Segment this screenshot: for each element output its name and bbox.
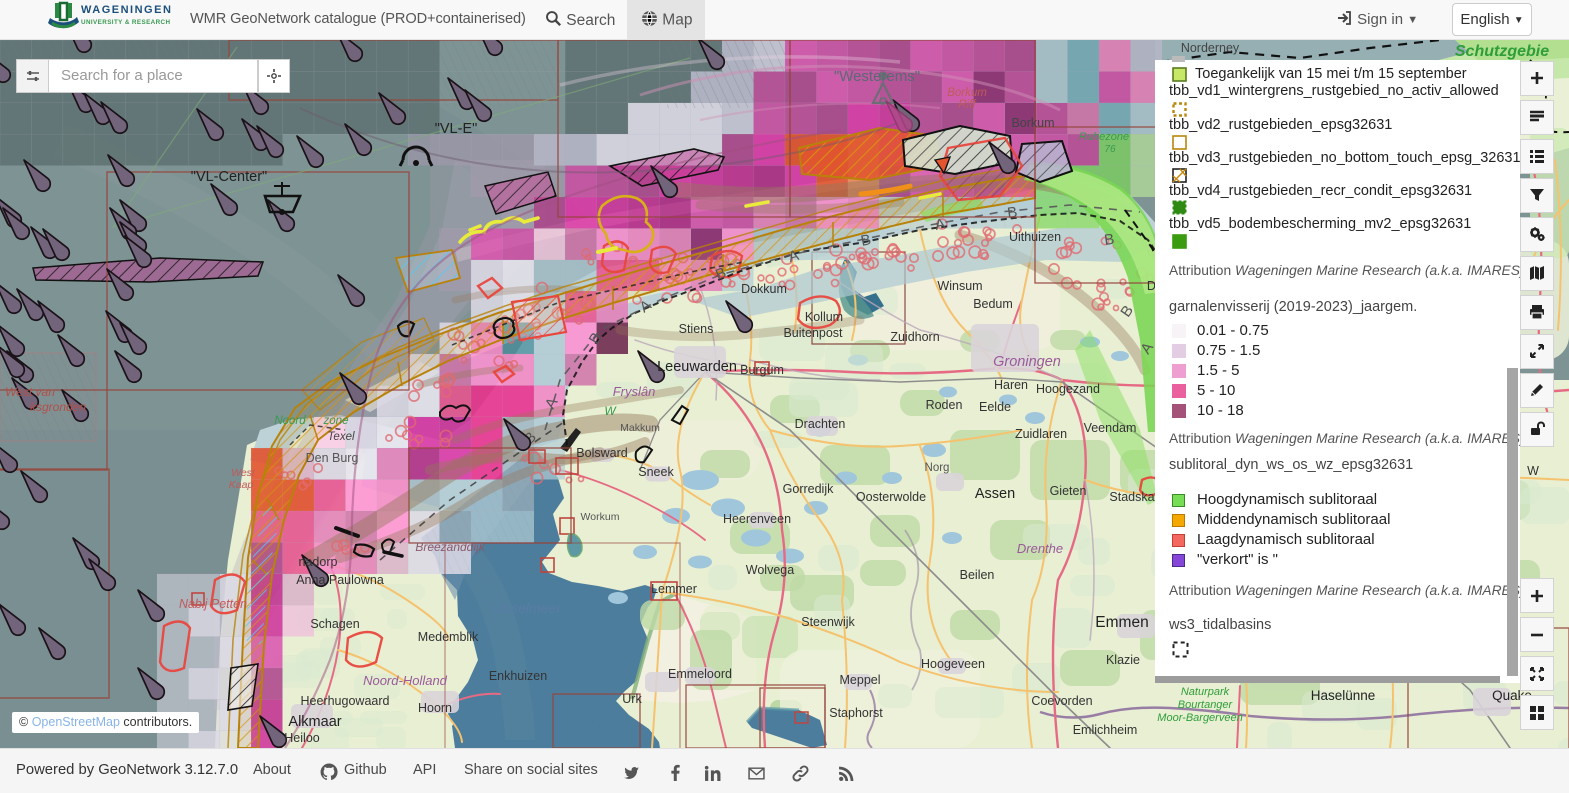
svg-text:Bourtanger: Bourtanger: [1178, 699, 1234, 711]
svg-text:Kollum: Kollum: [805, 310, 843, 324]
svg-text:Wolvega: Wolvega: [746, 563, 794, 577]
svg-text:Norg: Norg: [925, 462, 950, 474]
svg-text:Makkum: Makkum: [620, 422, 660, 434]
svg-text:Nabij Petten: Nabij Petten: [179, 597, 247, 611]
svg-text:Hoogezand: Hoogezand: [1036, 382, 1100, 396]
svg-text:Stadska: Stadska: [1109, 490, 1154, 504]
svg-text:Gieten: Gieten: [1050, 484, 1087, 498]
svg-text:Eelde: Eelde: [979, 400, 1011, 414]
svg-text:Fryslân: Fryslân: [613, 384, 656, 399]
svg-text:W: W: [1527, 464, 1539, 478]
svg-text:Haren: Haren: [994, 378, 1028, 392]
svg-text:Schagen: Schagen: [310, 617, 359, 631]
svg-text:Lemmer: Lemmer: [651, 582, 697, 596]
svg-text:Hoorn: Hoorn: [418, 701, 452, 715]
svg-text:Hoogeveen: Hoogeveen: [921, 657, 985, 671]
svg-text:Sneek: Sneek: [638, 465, 674, 479]
svg-text:zone: zone: [323, 415, 349, 427]
svg-text:Stiens: Stiens: [679, 322, 714, 336]
svg-text:nadorp: nadorp: [299, 555, 338, 569]
svg-text:West van: West van: [5, 385, 55, 399]
svg-text:Buitenpost: Buitenpost: [783, 326, 843, 340]
svg-text:Alkmaar: Alkmaar: [288, 714, 341, 730]
svg-text:Leeuwarden: Leeuwarden: [657, 359, 737, 375]
svg-text:Noord: Noord: [274, 415, 306, 427]
svg-text:Kaap: Kaap: [229, 479, 254, 491]
svg-text:Meppel: Meppel: [840, 673, 881, 687]
svg-text:Haselünne: Haselünne: [1311, 688, 1376, 703]
svg-text:"VL-Center": "VL-Center": [191, 169, 267, 185]
svg-text:Oosterwolde: Oosterwolde: [856, 490, 926, 504]
svg-text:Assen: Assen: [975, 486, 1015, 502]
svg-text:Drachten: Drachten: [795, 417, 846, 431]
svg-text:Anna Paulowna: Anna Paulowna: [296, 573, 384, 587]
svg-text:Texel: Texel: [327, 431, 355, 443]
svg-text:Uithuizen: Uithuizen: [1009, 230, 1061, 244]
svg-text:Veendam: Veendam: [1084, 421, 1137, 435]
svg-text:West: West: [231, 467, 256, 479]
svg-text:Emlichheim: Emlichheim: [1073, 723, 1138, 737]
svg-text:W: W: [604, 404, 617, 418]
svg-text:Den Burg: Den Burg: [306, 451, 359, 465]
svg-text:Winsum: Winsum: [937, 279, 982, 293]
svg-text:Ruhezone: Ruhezone: [1079, 131, 1129, 143]
svg-text:Naturpark: Naturpark: [1181, 686, 1230, 698]
svg-text:Gorredijk: Gorredijk: [783, 482, 834, 496]
svg-text:Bolsward: Bolsward: [576, 446, 627, 460]
svg-text:Heiloo: Heiloo: [284, 731, 319, 745]
svg-text:Zuidhorn: Zuidhorn: [890, 330, 939, 344]
svg-text:Coevorden: Coevorden: [1031, 694, 1092, 708]
svg-text:Moor-Bargerveen: Moor-Bargerveen: [1157, 712, 1242, 724]
svg-text:Heerhugowaard: Heerhugowaard: [301, 694, 390, 708]
svg-text:Steenwijk: Steenwijk: [801, 615, 855, 629]
svg-text:Roden: Roden: [926, 398, 963, 412]
svg-text:Urk: Urk: [622, 692, 642, 706]
svg-text:Workum: Workum: [581, 511, 620, 523]
svg-text:Breezanddijk: Breezanddijk: [415, 540, 485, 554]
svg-text:WAGENINGEN: WAGENINGEN: [81, 4, 172, 16]
svg-text:Noord-Holland: Noord-Holland: [363, 673, 448, 688]
svg-text:Medemblik: Medemblik: [418, 630, 479, 644]
svg-text:Dokkum: Dokkum: [741, 282, 787, 296]
svg-text:Emmen: Emmen: [1095, 614, 1148, 631]
svg-text:Borkum: Borkum: [1011, 116, 1054, 130]
svg-text:ksgronden: ksgronden: [30, 400, 86, 414]
svg-text:Zuidlaren: Zuidlaren: [1015, 427, 1067, 441]
svg-text:IJsselmeer: IJsselmeer: [493, 600, 562, 616]
svg-text:Groningen: Groningen: [993, 354, 1061, 370]
svg-text:Beilen: Beilen: [960, 568, 995, 582]
svg-text:Bedum: Bedum: [973, 297, 1013, 311]
svg-text:Staphorst: Staphorst: [829, 706, 883, 720]
svg-text:"Westerems": "Westerems": [834, 68, 920, 85]
svg-text:Norderney: Norderney: [1181, 41, 1240, 55]
svg-text:"VL-E": "VL-E": [435, 121, 478, 137]
svg-text:Emmeloord: Emmeloord: [668, 667, 732, 681]
svg-text:Heerenveen: Heerenveen: [723, 512, 791, 526]
svg-text:Burgum: Burgum: [740, 363, 784, 377]
svg-text:Riff: Riff: [958, 99, 977, 111]
svg-text:Drenthe: Drenthe: [1017, 541, 1063, 556]
svg-text:76: 76: [1104, 144, 1116, 155]
svg-text:UNIVERSITY & RESEARCH: UNIVERSITY & RESEARCH: [81, 19, 171, 26]
svg-text:Enkhuizen: Enkhuizen: [489, 669, 547, 683]
svg-text:Schutzgebie: Schutzgebie: [1455, 43, 1549, 60]
svg-text:Klazie: Klazie: [1106, 653, 1140, 667]
svg-text:Borkum: Borkum: [947, 87, 987, 99]
